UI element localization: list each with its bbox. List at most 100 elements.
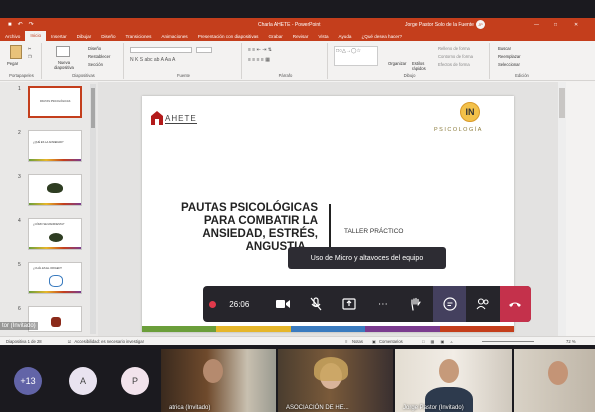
tab-insertar[interactable]: Insertar (46, 34, 72, 39)
minimize-icon[interactable]: — (534, 22, 539, 28)
group-label: Dibujo (403, 73, 416, 78)
chat-button[interactable] (432, 286, 467, 322)
tab-ayuda[interactable]: Ayuda (334, 34, 357, 39)
notes-icon[interactable]: ≡ (345, 339, 347, 344)
participant-video[interactable] (514, 349, 595, 412)
thumb-scroll-thumb[interactable] (91, 88, 95, 128)
tab-dibujar[interactable]: Dibujar (72, 34, 97, 39)
copy-icon[interactable]: ❐ (28, 54, 32, 59)
more-participants-badge[interactable]: +13 (14, 367, 42, 395)
tab-vista[interactable]: Vista (313, 34, 333, 39)
comments-button[interactable]: Comentarios (379, 339, 403, 344)
participant-video[interactable]: atrica (Invitado) (161, 349, 276, 412)
tab-revisar[interactable]: Revisar (288, 34, 314, 39)
font-name-select[interactable] (130, 47, 192, 53)
layout-button[interactable]: Diseño (88, 46, 101, 51)
share-screen-icon (342, 298, 357, 310)
raise-hand-icon (411, 297, 421, 311)
share-button[interactable] (333, 286, 366, 322)
reset-button[interactable]: Restablecer (88, 54, 110, 59)
tab-diseno[interactable]: Diseño (96, 34, 120, 39)
ahete-logo-text: AHETE (165, 114, 197, 124)
slide-scrollbar[interactable] (558, 82, 566, 336)
align-icons[interactable]: ≡ ≡ ≡ ≡ ▦ (248, 57, 270, 63)
user-name[interactable]: Jorge Pastor Solo de la Fuente (405, 22, 474, 28)
camera-button[interactable] (266, 286, 299, 322)
zoom-slider[interactable] (482, 341, 534, 342)
new-slide-button[interactable]: Nueva diapositiva (48, 60, 80, 70)
tab-archivo[interactable]: Archivo (0, 34, 25, 39)
participant-face (203, 359, 223, 383)
thumb-text: ¿CÓMO SE MANIFIESTA? (33, 223, 65, 226)
paste-button[interactable]: Pegar (7, 61, 18, 66)
paste-icon[interactable] (10, 45, 22, 59)
shape-effects-button[interactable]: Efectos de forma (438, 62, 470, 67)
ribbon-home: Pegar ✂ ❐ Portapapeles Nueva diapositiva… (0, 41, 595, 81)
shape-fill-button[interactable]: Relleno de forma (438, 46, 470, 51)
find-button[interactable]: Buscar (498, 46, 511, 51)
shapes-gallery-icon[interactable]: □○△→◯☆ (334, 46, 378, 66)
tab-inicio[interactable]: Inicio (25, 31, 47, 41)
participants-icon (476, 298, 489, 310)
thumb-number: 4 (18, 218, 21, 224)
participant-avatar[interactable]: A (69, 367, 97, 395)
participant-video[interactable]: ASOCIACIÓN DE HE... (278, 349, 393, 412)
font-size-select[interactable] (196, 47, 212, 53)
slide-thumbnail[interactable]: ¿QUÉ ES LA ANSIEDAD? (28, 130, 82, 162)
participants-button[interactable] (466, 286, 499, 322)
camera-icon (275, 300, 290, 308)
select-button[interactable]: Seleccionar (498, 62, 520, 67)
title-divider (329, 204, 331, 248)
comments-icon[interactable]: ▣ (372, 339, 376, 344)
participant-avatar[interactable]: P (121, 367, 149, 395)
slide-thumbnail[interactable]: ¿CÓMO SE MANIFIESTA? (28, 218, 82, 250)
quick-styles-button[interactable]: Estilos rápidos (412, 61, 432, 71)
tab-presentacion[interactable]: Presentación con diapositivas (193, 34, 264, 39)
undo-icon[interactable]: ↶ (18, 21, 23, 28)
organize-button[interactable]: Organizar (388, 61, 406, 66)
section-button[interactable]: Sección (88, 62, 103, 67)
tab-transiciones[interactable]: Transiciones (121, 34, 157, 39)
participant-face (439, 359, 459, 383)
slide-thumbnail[interactable]: ¿CUÁL ES EL ORIGEN? (28, 262, 82, 294)
accessibility-status[interactable]: Accesibilidad: es necesario investigar (74, 339, 144, 344)
thumb-text: ¿CUÁL ES EL ORIGEN? (33, 267, 62, 270)
hangup-button[interactable] (499, 286, 532, 322)
mic-button[interactable] (299, 286, 332, 322)
participants-strip: +13 A P atrica (Invitado) ASOCIACIÓN DE … (0, 345, 595, 412)
shape-outline-button[interactable]: Contorno de forma (438, 54, 473, 59)
list-icons[interactable]: ≡ ≡ ⇤ ⇥ ⇅ (248, 47, 272, 53)
title-line: PAUTAS PSICOLÓGICAS (181, 202, 318, 214)
participant-video[interactable]: Jorge Pastor (Invitado) (395, 349, 512, 412)
participant-name: ASOCIACIÓN DE HE... (286, 405, 349, 411)
new-slide-icon[interactable] (56, 46, 70, 57)
redo-icon[interactable]: ↷ (29, 21, 34, 28)
recording-icon (203, 286, 223, 322)
thumb-text: ¿QUÉ ES LA ANSIEDAD? (33, 141, 64, 144)
user-avatar[interactable]: JP (476, 20, 485, 29)
maximize-icon[interactable]: □ (554, 22, 557, 28)
close-icon[interactable]: ✕ (574, 22, 578, 28)
cut-icon[interactable]: ✂ (28, 46, 32, 51)
tab-grabar[interactable]: Grabar (263, 34, 287, 39)
screen: ■ ↶ ↷ Charla AHETE - PowerPoint Jorge Pa… (0, 0, 595, 412)
window-title: Charla AHETE - PowerPoint (258, 21, 321, 28)
replace-button[interactable]: Reemplazar (498, 54, 521, 59)
mic-off-icon (310, 297, 322, 311)
tell-me-search[interactable]: ¿Qué desea hacer? (356, 34, 407, 39)
view-buttons[interactable]: □▦▣▵ (422, 339, 459, 344)
scroll-thumb[interactable] (559, 88, 565, 118)
slide-count: Diapositiva 1 de 28 (6, 338, 42, 344)
save-icon[interactable]: ■ (8, 22, 12, 28)
accessibility-icon[interactable]: ☑ (68, 339, 72, 344)
tab-animaciones[interactable]: Animaciones (156, 34, 192, 39)
group-label: Portapapeles (9, 73, 34, 78)
slide-thumbnail[interactable]: PAUTAS PSICOLÓGICAS (28, 86, 82, 118)
more-options-icon[interactable]: ⋯ (366, 286, 399, 322)
font-format-icons[interactable]: N K S abc ab A Aa A (130, 57, 175, 63)
raise-hand-button[interactable] (400, 286, 433, 322)
slide-thumbnail[interactable] (28, 174, 82, 206)
notes-button[interactable]: Notas (352, 339, 363, 344)
zoom-level[interactable]: 72 % (566, 339, 576, 344)
group-label: Párrafo (278, 73, 293, 78)
